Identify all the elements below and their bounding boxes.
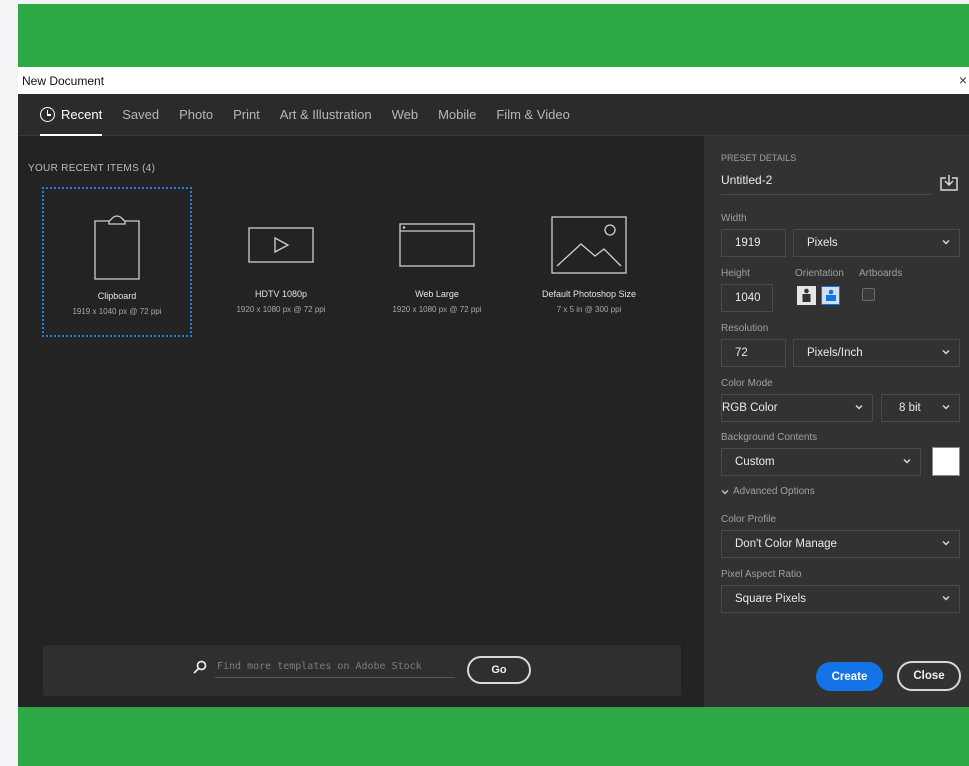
bit-depth-select[interactable]: 8 bit [881, 394, 960, 422]
chevron-down-icon [903, 458, 911, 464]
background-color-swatch[interactable] [932, 447, 960, 476]
tab-photo[interactable]: Photo [179, 94, 213, 136]
preset-details-panel: PRESET DETAILS Untitled-2 Width 1919 Pix… [704, 136, 969, 707]
preset-details-heading: PRESET DETAILS [721, 153, 797, 163]
width-unit-select[interactable]: Pixels [793, 229, 960, 257]
width-label: Width [721, 213, 747, 224]
save-preset-icon[interactable] [940, 174, 958, 196]
clipboard-icon [44, 209, 190, 284]
video-icon [206, 207, 356, 282]
recent-item-name: HDTV 1080p [254, 289, 308, 299]
background-band-bottom [18, 707, 969, 766]
title-bar: New Document × [18, 67, 969, 94]
color-profile-label: Color Profile [721, 514, 777, 525]
search-icon [193, 660, 207, 679]
width-unit-value: Pixels [807, 237, 838, 249]
color-mode-label: Color Mode [721, 378, 773, 389]
bit-depth-value: 8 bit [899, 402, 921, 414]
image-icon [514, 207, 664, 282]
height-label: Height [721, 268, 750, 279]
color-mode-value: RGB Color [722, 402, 778, 414]
resolution-label: Resolution [721, 323, 769, 334]
category-tabs: Recent Saved Photo Print Art & Illustrat… [18, 94, 969, 136]
chevron-down-icon [942, 595, 950, 601]
clock-icon [40, 107, 55, 122]
recent-items-panel: YOUR RECENT ITEMS (4) Clipboard 1919 x 1… [18, 136, 704, 707]
go-button[interactable]: Go [467, 656, 531, 684]
tab-web[interactable]: Web [392, 94, 419, 136]
recent-item-default-photoshop[interactable]: Default Photoshop Size 7 x 5 in @ 300 pp… [514, 187, 664, 337]
tab-saved[interactable]: Saved [122, 94, 159, 136]
width-input[interactable]: 1919 [721, 229, 786, 257]
advanced-options-label: Advanced Options [733, 486, 815, 497]
artboards-checkbox[interactable] [862, 288, 875, 301]
close-button[interactable]: Close [897, 661, 961, 691]
resolution-unit-select[interactable]: Pixels/Inch [793, 339, 960, 367]
pixel-aspect-ratio-select[interactable]: Square Pixels [721, 585, 960, 613]
resolution-unit-value: Pixels/Inch [807, 347, 863, 359]
close-window-icon[interactable]: × [959, 72, 967, 88]
recent-item-clipboard[interactable]: Clipboard 1919 x 1040 px @ 72 ppi [42, 187, 192, 337]
background-contents-select[interactable]: Custom [721, 448, 921, 476]
recent-item-meta: 1919 x 1040 px @ 72 ppi [72, 307, 162, 316]
chevron-down-icon [942, 540, 950, 546]
stock-search: Find more templates on Adobe Stock [193, 660, 455, 679]
create-button[interactable]: Create [816, 662, 883, 691]
tab-print[interactable]: Print [233, 94, 260, 136]
adobe-stock-search-bar: Find more templates on Adobe Stock Go [43, 645, 681, 696]
chevron-down-icon [855, 404, 863, 410]
tab-mobile[interactable]: Mobile [438, 94, 476, 136]
background-contents-label: Background Contents [721, 432, 818, 443]
tab-recent-label: Recent [61, 107, 103, 122]
artboards-label: Artboards [859, 268, 903, 279]
pixel-aspect-ratio-value: Square Pixels [735, 593, 806, 605]
recent-item-name: Default Photoshop Size [541, 289, 637, 299]
new-document-dialog: New Document × Recent Saved Photo Print … [18, 67, 969, 707]
recent-items-heading: YOUR RECENT ITEMS (4) [28, 163, 156, 174]
document-name-field[interactable]: Untitled-2 [721, 173, 933, 195]
browser-icon [362, 207, 512, 282]
advanced-options-toggle[interactable]: Advanced Options [721, 486, 815, 497]
tab-art-illustration[interactable]: Art & Illustration [280, 94, 372, 136]
resolution-input[interactable]: 72 [721, 339, 786, 367]
recent-item-hdtv[interactable]: HDTV 1080p 1920 x 1080 px @ 72 ppi [206, 187, 356, 337]
recent-item-name: Clipboard [97, 291, 137, 301]
portrait-orientation-icon[interactable] [797, 286, 816, 305]
window-title: New Document [22, 73, 105, 88]
chevron-down-icon [942, 404, 950, 410]
recent-item-name: Web Large [415, 289, 459, 299]
background-contents-value: Custom [735, 456, 775, 468]
color-profile-select[interactable]: Don't Color Manage [721, 530, 960, 558]
recent-item-web-large[interactable]: Web Large 1920 x 1080 px @ 72 ppi [362, 187, 512, 337]
landscape-orientation-icon[interactable] [821, 286, 840, 305]
recent-item-meta: 7 x 5 in @ 300 ppi [556, 305, 622, 314]
chevron-down-icon [942, 349, 950, 355]
chevron-down-icon [942, 239, 950, 245]
height-input[interactable]: 1040 [721, 284, 773, 312]
pixel-aspect-ratio-label: Pixel Aspect Ratio [721, 569, 802, 580]
stock-search-input[interactable]: Find more templates on Adobe Stock [215, 661, 455, 678]
orientation-label: Orientation [795, 268, 844, 279]
tab-film-video[interactable]: Film & Video [496, 94, 569, 136]
color-profile-value: Don't Color Manage [735, 538, 837, 550]
chevron-down-icon [721, 489, 729, 495]
color-mode-select[interactable]: RGB Color [721, 394, 873, 422]
tab-recent[interactable]: Recent [40, 94, 103, 136]
background-band-top [18, 4, 969, 67]
